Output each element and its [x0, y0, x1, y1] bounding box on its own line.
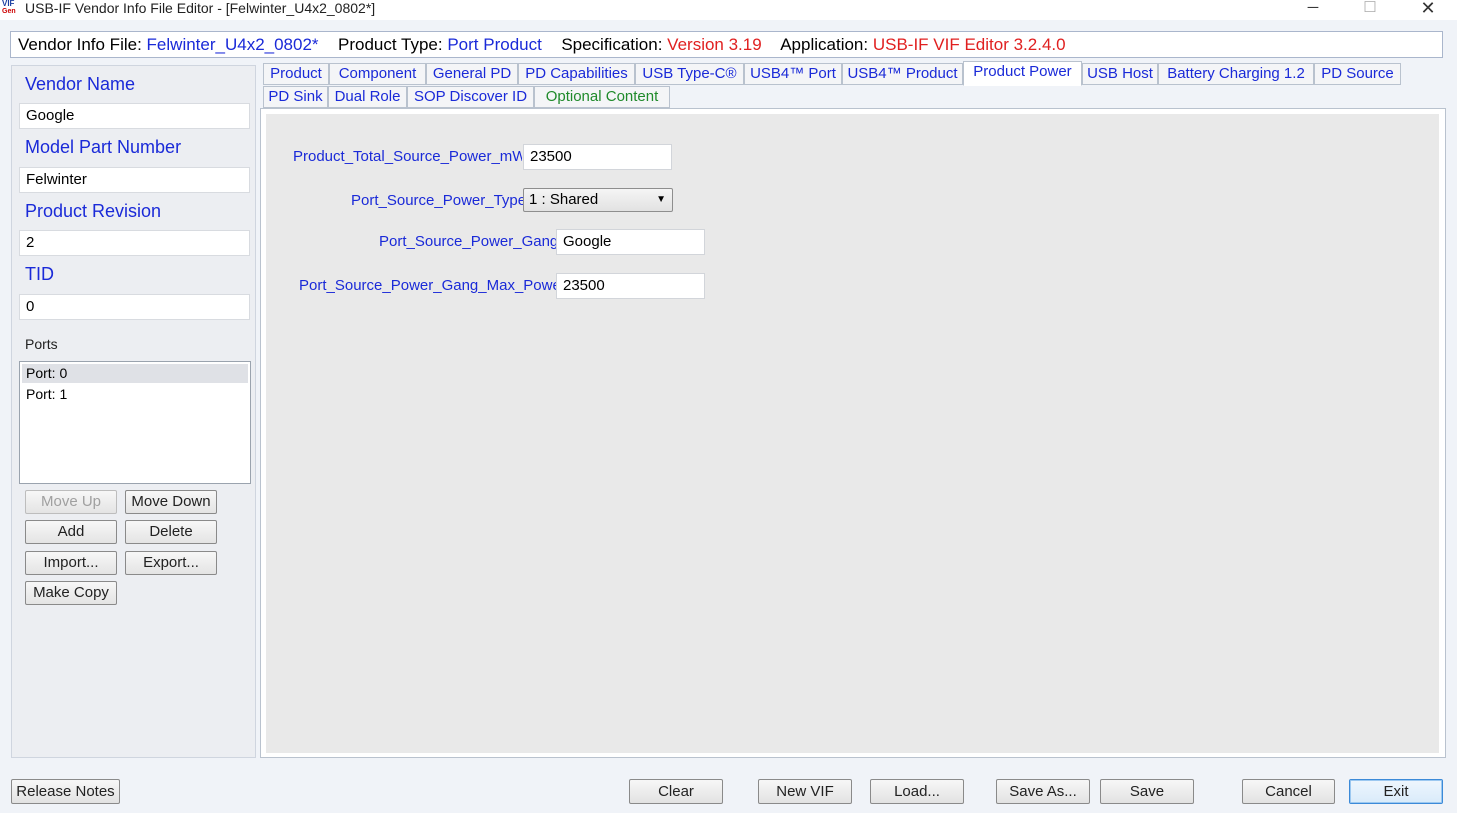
app-icon-subtext: Gen	[2, 8, 16, 15]
app-icon: VIF Gen	[2, 0, 20, 17]
port-item-1[interactable]: Port: 1	[22, 385, 248, 404]
save-button[interactable]: Save	[1100, 779, 1194, 804]
vendor-name-label: Vendor Name	[25, 74, 136, 94]
tab-product[interactable]: Product	[263, 63, 329, 85]
title-bar: VIF Gen USB-IF Vendor Info File Editor -…	[0, 0, 1457, 20]
tab-pd-sink[interactable]: PD Sink	[263, 86, 328, 108]
tab-usb-type-c[interactable]: USB Type-C®	[635, 63, 744, 85]
tid-field[interactable]: 0	[19, 294, 250, 320]
app-icon-text: VIF	[2, 0, 15, 8]
app-value: USB-IF VIF Editor 3.2.4.0	[872, 35, 1066, 54]
vendor-name-field[interactable]: Google	[19, 103, 250, 129]
add-button[interactable]: Add	[25, 520, 117, 544]
tab-sop-discover-id[interactable]: SOP Discover ID	[407, 86, 534, 108]
product-revision-field[interactable]: 2	[19, 230, 250, 256]
tab-pd-capabilities[interactable]: PD Capabilities	[518, 63, 635, 85]
app-label: Application:	[780, 35, 869, 54]
port-source-power-gang-label: Port_Source_Power_Gang	[379, 233, 556, 250]
maximize-button[interactable]: ☐	[1347, 0, 1393, 18]
spec-value: Version 3.19	[667, 35, 762, 54]
port-source-power-type-value: 1 : Shared	[529, 191, 599, 208]
ports-label: Ports	[25, 336, 58, 352]
total-source-power-label: Product_Total_Source_Power_mW	[293, 148, 522, 165]
port-source-power-gang-max-label: Port_Source_Power_Gang_Max_Power	[299, 277, 556, 294]
model-part-field[interactable]: Felwinter	[19, 167, 250, 193]
product-type-label: Product Type:	[338, 35, 443, 54]
new-vif-button[interactable]: New VIF	[758, 779, 852, 804]
tab-battery-charging[interactable]: Battery Charging 1.2	[1158, 63, 1314, 85]
tab-product-power[interactable]: Product Power	[963, 61, 1082, 86]
product-revision-label: Product Revision	[25, 201, 162, 221]
port-source-power-type-label: Port_Source_Power_Type	[351, 192, 524, 209]
port-source-power-gang-field[interactable]: Google	[556, 229, 705, 255]
model-part-label: Model Part Number	[25, 137, 182, 157]
tab-general-pd[interactable]: General PD	[426, 63, 518, 85]
tid-label: TID	[25, 264, 54, 284]
tab-usb4-product[interactable]: USB4™ Product	[842, 63, 963, 85]
left-panel: Vendor Name Google Model Part Number Fel…	[11, 65, 256, 758]
dropdown-arrow-icon: ▼	[656, 194, 666, 205]
tab-pd-source[interactable]: PD Source	[1314, 63, 1401, 85]
load-button[interactable]: Load...	[870, 779, 964, 804]
port-item-0[interactable]: Port: 0	[22, 364, 248, 383]
vif-value: Felwinter_U4x2_0802*	[146, 35, 319, 54]
clear-button[interactable]: Clear	[629, 779, 723, 804]
info-bar: Vendor Info File: Felwinter_U4x2_0802* P…	[10, 31, 1443, 58]
cancel-button[interactable]: Cancel	[1242, 779, 1335, 804]
import-button[interactable]: Import...	[25, 551, 117, 575]
close-button[interactable]: ✕	[1405, 0, 1451, 18]
total-source-power-field[interactable]: 23500	[523, 144, 672, 170]
spec-label: Specification:	[561, 35, 663, 54]
tab-usb-host[interactable]: USB Host	[1082, 63, 1158, 85]
exit-button[interactable]: Exit	[1349, 779, 1443, 804]
product-type-value: Port Product	[447, 35, 542, 54]
minimize-button[interactable]: ─	[1290, 0, 1336, 18]
tab-component[interactable]: Component	[329, 63, 426, 85]
window-title: USB-IF Vendor Info File Editor - [Felwin…	[25, 0, 376, 16]
port-source-power-type-select[interactable]: 1 : Shared ▼	[523, 188, 673, 212]
port-source-power-gang-max-field[interactable]: 23500	[556, 273, 705, 299]
tab-optional-content[interactable]: Optional Content	[534, 86, 670, 108]
release-notes-button[interactable]: Release Notes	[11, 779, 120, 804]
save-as-button[interactable]: Save As...	[996, 779, 1090, 804]
tab-usb4-port[interactable]: USB4™ Port	[744, 63, 842, 85]
make-copy-button[interactable]: Make Copy	[25, 581, 117, 605]
export-button[interactable]: Export...	[125, 551, 217, 575]
tab-dual-role[interactable]: Dual Role	[328, 86, 407, 108]
move-up-button[interactable]: Move Up	[25, 490, 117, 514]
delete-button[interactable]: Delete	[125, 520, 217, 544]
vif-label: Vendor Info File:	[18, 35, 142, 54]
ports-list[interactable]: Port: 0 Port: 1	[19, 361, 251, 484]
move-down-button[interactable]: Move Down	[125, 490, 217, 514]
